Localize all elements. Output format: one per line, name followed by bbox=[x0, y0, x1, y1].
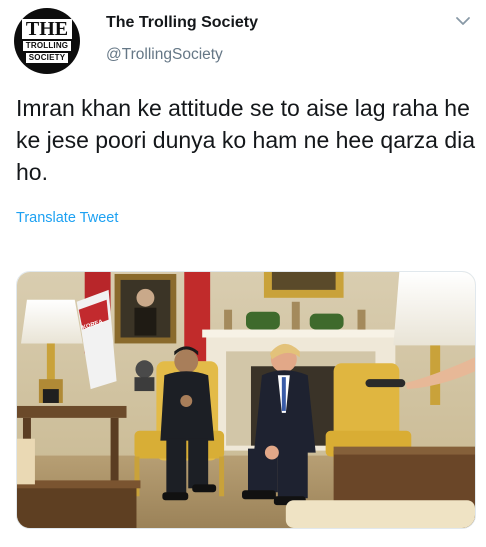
tweet-text: Imran khan ke attitude se to aise lag ra… bbox=[16, 95, 476, 185]
photo-scene: KOREA bbox=[17, 272, 475, 528]
avatar[interactable]: THE TROLLING SOCIETY bbox=[14, 8, 80, 74]
account-handle[interactable]: @TrollingSociety bbox=[106, 46, 223, 64]
chevron-down-icon[interactable] bbox=[454, 12, 472, 30]
display-name[interactable]: The Trolling Society bbox=[106, 14, 258, 32]
avatar-text-line2: TROLLING bbox=[22, 41, 72, 51]
tweet-header: THE TROLLING SOCIETY The Trolling Societ… bbox=[14, 8, 474, 76]
tweet-photo[interactable]: KOREA bbox=[16, 271, 476, 529]
translate-tweet-link[interactable]: Translate Tweet bbox=[16, 210, 118, 226]
avatar-text-line3: SOCIETY bbox=[25, 53, 69, 63]
avatar-text-line1: THE bbox=[21, 19, 73, 39]
tweet-card: THE TROLLING SOCIETY The Trolling Societ… bbox=[0, 0, 486, 547]
